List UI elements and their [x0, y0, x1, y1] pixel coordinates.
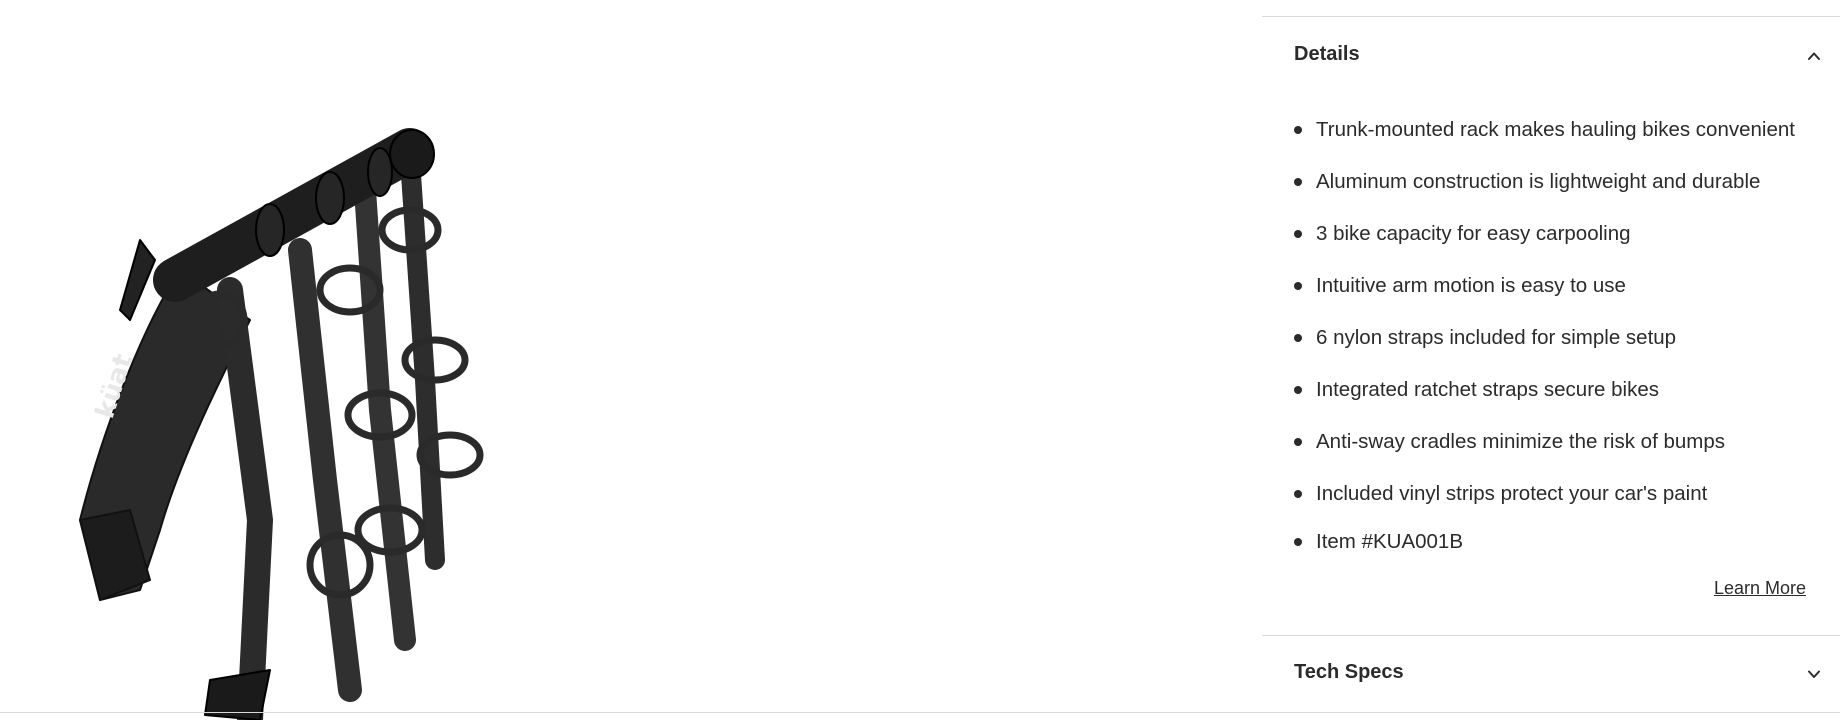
accordion-divider	[1262, 635, 1840, 636]
product-image: küat	[79, 128, 484, 720]
bullet-icon	[1294, 538, 1302, 546]
feature-item: Integrated ratchet straps secure bikes	[1294, 364, 1824, 416]
chevron-up-icon[interactable]	[1806, 48, 1822, 64]
item-number-text: Item #KUA001B	[1316, 530, 1463, 553]
feature-text: Trunk-mounted rack makes hauling bikes c…	[1316, 118, 1795, 141]
feature-list: Trunk-mounted rack makes hauling bikes c…	[1294, 104, 1824, 564]
feature-text: Included vinyl strips protect your car's…	[1316, 482, 1708, 505]
bullet-icon	[1294, 230, 1302, 238]
learn-more-link[interactable]: Learn More	[1714, 578, 1806, 599]
item-number: Item #KUA001B	[1294, 520, 1824, 564]
feature-item: 3 bike capacity for easy carpooling	[1294, 208, 1824, 260]
bullet-icon	[1294, 334, 1302, 342]
bullet-icon	[1294, 178, 1302, 186]
product-info-accordion: Details Trunk-mounted rack makes hauling…	[1262, 0, 1840, 724]
feature-text: 6 nylon straps included for simple setup	[1316, 326, 1677, 349]
bullet-icon	[1294, 490, 1302, 498]
chevron-down-icon[interactable]	[1806, 666, 1822, 682]
feature-item: Anti-sway cradles minimize the risk of b…	[1294, 416, 1824, 468]
tech-specs-title: Tech Specs	[1294, 661, 1404, 683]
feature-text: 3 bike capacity for easy carpooling	[1316, 222, 1631, 245]
details-title: Details	[1294, 43, 1360, 65]
feature-text: Intuitive arm motion is easy to use	[1316, 274, 1626, 297]
feature-item: Intuitive arm motion is easy to use	[1294, 260, 1824, 312]
details-accordion-header[interactable]: Details	[1262, 28, 1840, 84]
bullet-icon	[1294, 126, 1302, 134]
accordion-divider-top	[1262, 16, 1840, 17]
feature-item: Included vinyl strips protect your car's…	[1294, 468, 1824, 520]
feature-item: 6 nylon straps included for simple setup	[1294, 312, 1824, 364]
bullet-icon	[1294, 386, 1302, 394]
bullet-icon	[1294, 438, 1302, 446]
bullet-icon	[1294, 282, 1302, 290]
feature-text: Aluminum construction is lightweight and…	[1316, 170, 1761, 193]
feature-item: Trunk-mounted rack makes hauling bikes c…	[1294, 104, 1824, 156]
feature-item: Aluminum construction is lightweight and…	[1294, 156, 1824, 208]
product-image-area: küat	[0, 0, 1260, 720]
tech-specs-accordion-header[interactable]: Tech Specs	[1262, 646, 1840, 702]
product-detail-page: küat Details Trunk-mounted rack makes ha…	[0, 0, 1840, 724]
feature-text: Anti-sway cradles minimize the risk of b…	[1316, 430, 1725, 453]
feature-text: Integrated ratchet straps secure bikes	[1316, 378, 1659, 401]
